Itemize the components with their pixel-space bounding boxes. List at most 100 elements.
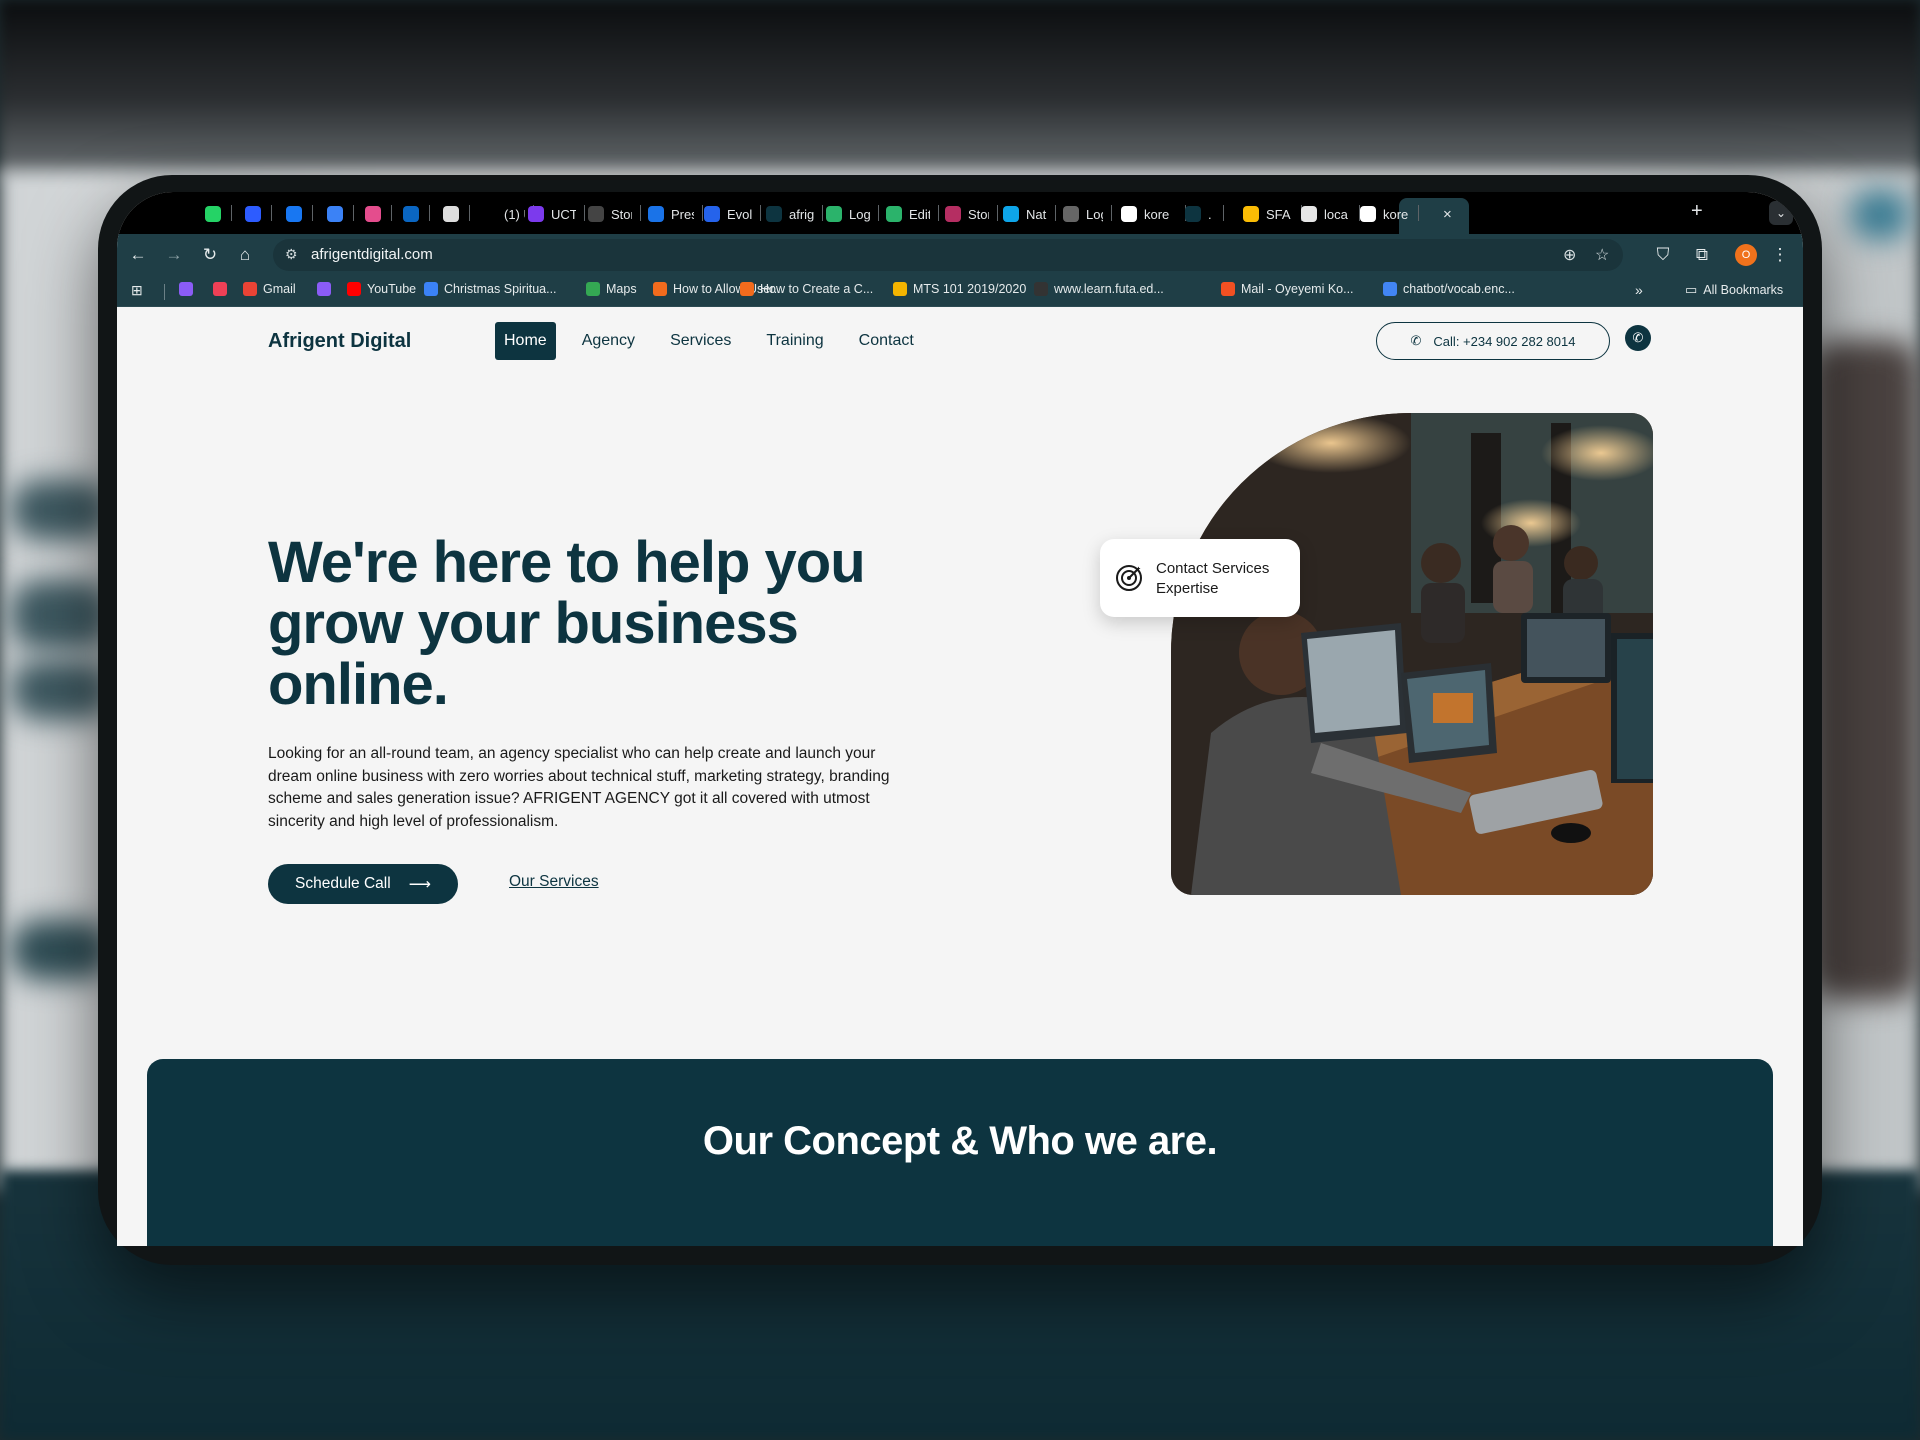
arrow-icon <box>704 206 720 222</box>
browser-tab[interactable] <box>403 201 421 227</box>
phone-icon: ✆ <box>1410 333 1422 348</box>
all-bookmarks[interactable]: ▭ All Bookmarks <box>1685 282 1783 298</box>
browser-tab[interactable]: Log <box>1063 201 1103 227</box>
browser-tab[interactable]: Evol <box>704 201 752 227</box>
linkedin-icon <box>403 206 419 222</box>
tab-separator <box>231 205 232 221</box>
browser-tab[interactable]: kore <box>1360 201 1410 227</box>
bookmark-item[interactable]: chatbot/vocab.enc... <box>1383 282 1515 296</box>
browser-tab[interactable]: afrig <box>766 201 814 227</box>
address-bar[interactable]: ⚙ afrigentdigital.com ⊕ ☆ <box>273 239 1623 271</box>
bookmark-item[interactable] <box>317 282 331 296</box>
browser-tab[interactable]: Edit <box>886 201 930 227</box>
hero-description: Looking for an all-round team, an agency… <box>268 745 890 830</box>
bookmark-item[interactable]: Gmail <box>243 282 296 296</box>
browser-tab[interactable]: Natu <box>1003 201 1047 227</box>
browser-tab[interactable]: Pres <box>648 201 694 227</box>
tab-separator <box>1418 205 1419 221</box>
bookmark-label: YouTube <box>367 282 417 296</box>
tab-separator <box>391 205 392 221</box>
reload-icon[interactable]: ↻ <box>199 244 221 266</box>
browser-tab[interactable]: UCT <box>528 201 576 227</box>
bookmark-star-icon[interactable]: ☆ <box>1595 245 1609 265</box>
new-tab-button[interactable]: + <box>1691 200 1703 223</box>
nav-services[interactable]: Services <box>661 322 740 360</box>
github-icon <box>1360 206 1376 222</box>
browser-tab[interactable]: Log <box>826 201 870 227</box>
browser-tab[interactable] <box>365 201 383 227</box>
concept-section: Our Concept & Who we are. <box>147 1059 1773 1246</box>
tab-separator <box>997 205 998 221</box>
arrow-right-icon: ⟶ <box>408 875 431 893</box>
forward-icon[interactable]: → <box>163 244 185 266</box>
browser-toolbar: ← → ↻ ⌂ ⚙ afrigentdigital.com ⊕ ☆ ⛉ ⧉ O … <box>117 234 1803 276</box>
nav-training[interactable]: Training <box>757 322 832 360</box>
browser-tab[interactable]: (1) U <box>481 201 525 227</box>
extensions-icon[interactable]: ⧉ <box>1691 244 1713 266</box>
bookmark-label: chatbot/vocab.enc... <box>1403 282 1515 296</box>
office-photo-illustration <box>1171 413 1653 895</box>
hashnode-icon <box>245 206 261 222</box>
blurred-heading <box>620 1290 1300 1340</box>
back-icon[interactable]: ← <box>127 244 149 266</box>
nav-agency[interactable]: Agency <box>573 322 644 360</box>
tab-strip: (1) U UCT Stor Pres Evol afrig Log Edit Stor Natu… <box>117 192 1803 234</box>
tab-title: . <box>1208 206 1212 222</box>
stripe-icon <box>317 282 331 296</box>
afrigent-icon <box>1185 206 1201 222</box>
bookmark-label: How to Create a C... <box>760 282 874 296</box>
browser-tab[interactable] <box>286 201 304 227</box>
browser-tab[interactable] <box>327 201 345 227</box>
bookmark-item[interactable]: How to Create a C... <box>740 282 873 296</box>
moodle-icon <box>1034 282 1048 296</box>
google-icon <box>1383 282 1397 296</box>
clickup-icon <box>365 206 381 222</box>
browser-tab[interactable]: Stor <box>588 201 632 227</box>
profile-avatar[interactable]: O <box>1735 244 1757 266</box>
tab-separator <box>469 205 470 221</box>
storybook-icon <box>945 206 961 222</box>
bookmark-item[interactable] <box>213 282 227 296</box>
ghost-icon <box>653 282 667 296</box>
drive-icon <box>1243 206 1259 222</box>
nav-contact[interactable]: Contact <box>850 322 923 360</box>
home-icon[interactable]: ⌂ <box>234 244 256 266</box>
more-bookmarks-icon[interactable]: » <box>1635 282 1643 298</box>
all-bookmarks-label: All Bookmarks <box>1703 283 1784 297</box>
whatsapp-icon[interactable]: ✆ <box>1625 325 1651 351</box>
bookmark-item[interactable]: Mail - Oyeyemi Ko... <box>1221 282 1354 296</box>
call-button[interactable]: ✆ Call: +234 902 282 8014 <box>1376 322 1610 360</box>
apps-grid-icon[interactable]: ⊞ <box>131 282 143 299</box>
bookmark-item[interactable]: Christmas Spiritua... <box>424 282 557 296</box>
browser-tab[interactable]: . <box>1185 201 1215 227</box>
browser-tab[interactable] <box>205 201 223 227</box>
tab-separator <box>271 205 272 221</box>
browser-tab[interactable]: Stor <box>945 201 989 227</box>
zoom-icon[interactable]: ⊕ <box>1563 245 1576 265</box>
bookmark-item[interactable]: Maps <box>586 282 637 296</box>
bookmark-item[interactable]: www.learn.futa.ed... <box>1034 282 1164 296</box>
browser-tab[interactable]: loca <box>1301 201 1351 227</box>
tab-title: UCT <box>551 206 576 222</box>
browser-tab[interactable] <box>245 201 263 227</box>
close-tab-icon[interactable]: × <box>1443 201 1452 227</box>
schedule-call-button[interactable]: Schedule Call ⟶ <box>268 864 458 904</box>
tab-separator <box>1223 205 1224 221</box>
tab-search-icon[interactable]: ⌄ <box>1769 201 1793 225</box>
tab-title: Pres <box>671 206 694 222</box>
doc-icon <box>1063 206 1079 222</box>
menu-icon[interactable]: ⋮ <box>1769 244 1791 266</box>
tab-separator <box>938 205 939 221</box>
bookmark-item[interactable]: YouTube <box>347 282 416 296</box>
browser-tab[interactable]: SFA <box>1243 201 1293 227</box>
site-logo[interactable]: Afrigent Digital <box>268 330 411 353</box>
our-services-link[interactable]: Our Services <box>509 873 599 891</box>
browser-tab[interactable] <box>443 201 461 227</box>
nav-home[interactable]: Home <box>495 322 556 360</box>
bookmark-item[interactable]: MTS 101 2019/2020 <box>893 282 1026 296</box>
browser-tab[interactable]: kore <box>1121 201 1177 227</box>
bookmark-item[interactable] <box>179 282 193 296</box>
shield-extension-icon[interactable]: ⛉ <box>1652 244 1674 266</box>
site-info-icon[interactable]: ⚙ <box>285 246 298 263</box>
website: Afrigent Digital Home Agency Services Tr… <box>117 307 1803 1246</box>
